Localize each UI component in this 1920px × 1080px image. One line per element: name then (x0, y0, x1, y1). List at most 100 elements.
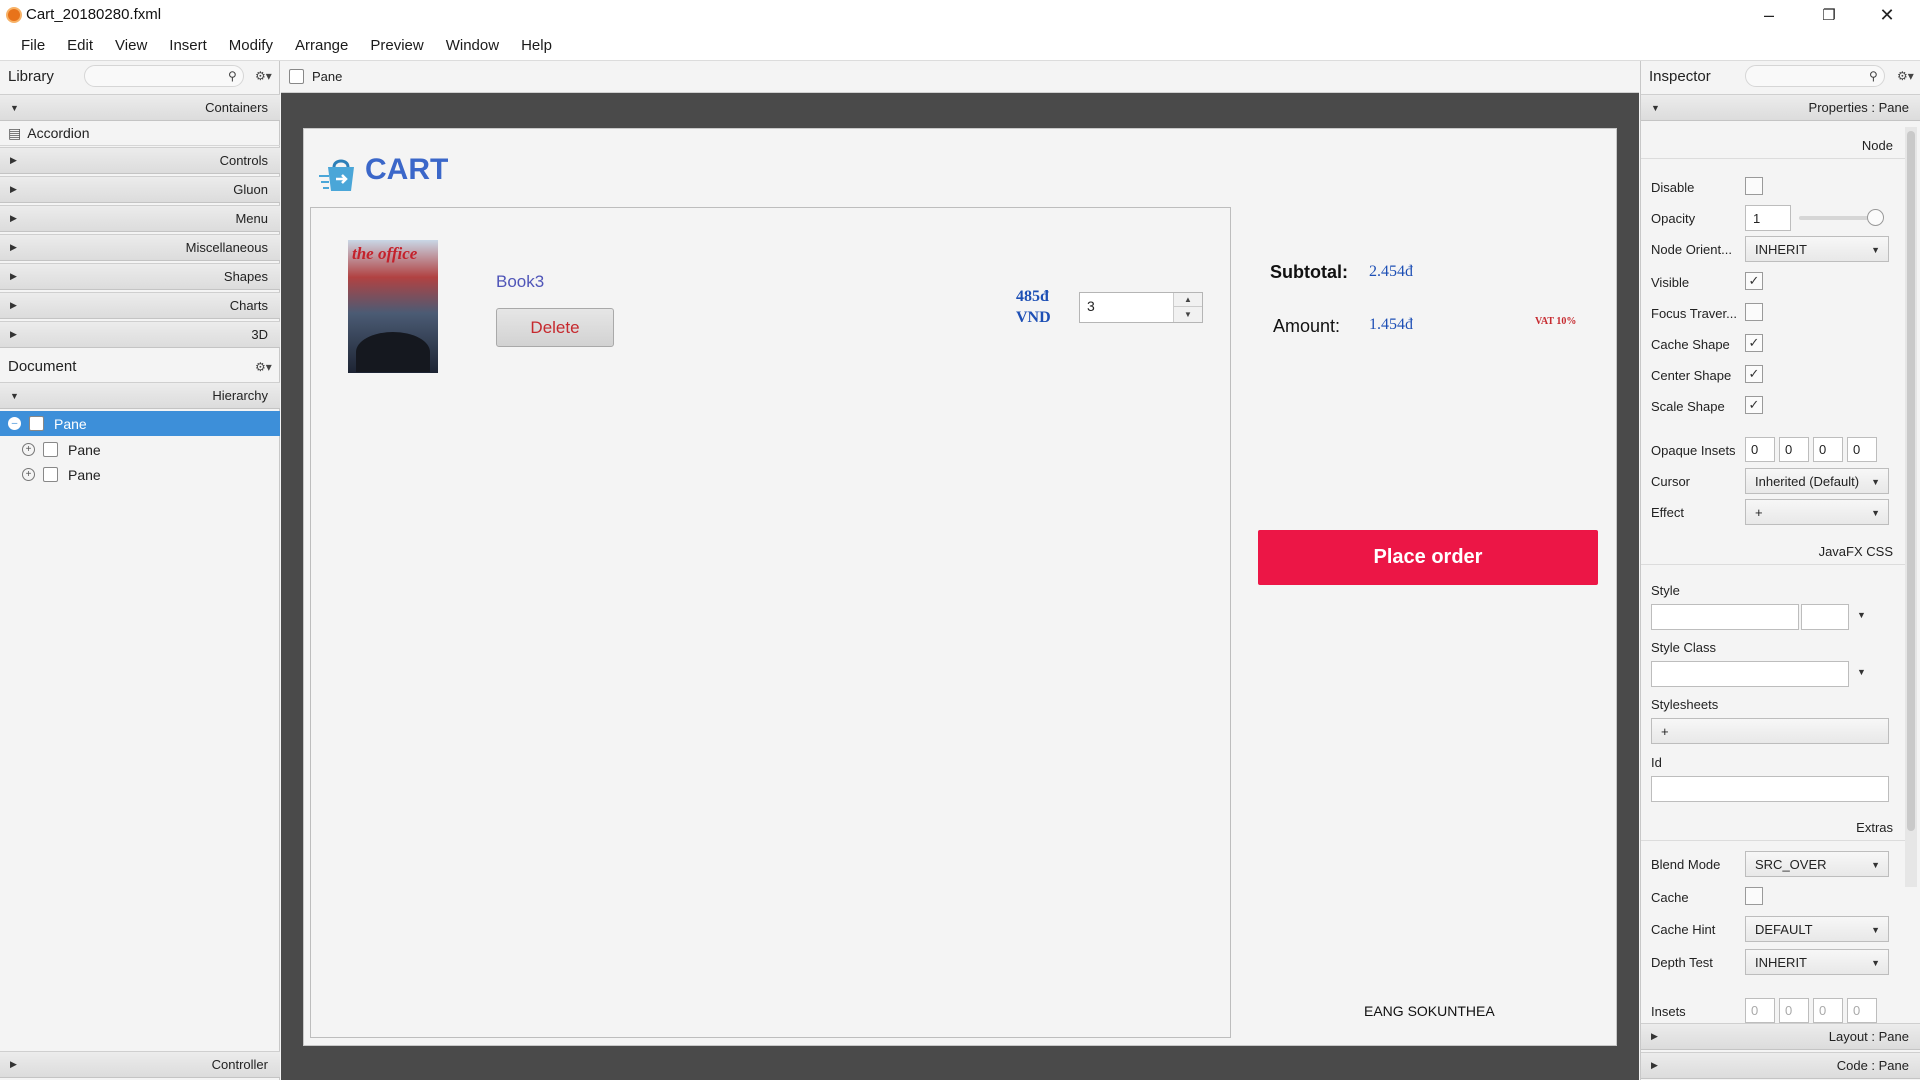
inset-bottom: 0 (1813, 998, 1843, 1023)
menu-help[interactable]: Help (510, 37, 563, 54)
extras-section: Extras (1641, 815, 1905, 841)
menu-edit[interactable]: Edit (56, 37, 104, 54)
inspector-title: Inspector (1649, 68, 1711, 85)
disable-checkbox[interactable] (1745, 177, 1763, 195)
style-class-field[interactable] (1651, 661, 1849, 687)
scrollbar-thumb[interactable] (1907, 131, 1915, 831)
opacity-field[interactable]: 1 (1745, 205, 1791, 231)
section-code[interactable]: ▶ Code : Pane (1641, 1052, 1920, 1079)
cart-items-pane[interactable] (310, 207, 1231, 1038)
visible-checkbox[interactable]: ✓ (1745, 272, 1763, 290)
style-field[interactable] (1651, 604, 1799, 630)
breadcrumb: Pane (281, 61, 1639, 93)
library-gear-icon[interactable]: ⚙▾ (255, 69, 272, 83)
section-menu[interactable]: ▶ Menu (0, 205, 280, 232)
spinner-down-icon[interactable]: ▼ (1174, 307, 1202, 321)
cache-checkbox[interactable] (1745, 887, 1763, 905)
id-field[interactable] (1651, 776, 1889, 802)
pane-icon (289, 69, 304, 84)
collapse-node-icon[interactable]: – (8, 417, 21, 430)
document-gear-icon[interactable]: ⚙▾ (255, 360, 272, 374)
quantity-value[interactable]: 3 (1087, 298, 1095, 314)
depth-test-combo[interactable]: INHERIT ▼ (1745, 949, 1889, 975)
opaque-inset-right[interactable]: 0 (1779, 437, 1809, 462)
node-orientation-combo[interactable]: INHERIT ▼ (1745, 236, 1889, 262)
app-icon (6, 7, 22, 23)
close-icon[interactable]: ✕ (1864, 0, 1910, 30)
inspector-gear-icon[interactable]: ⚙▾ (1897, 69, 1914, 83)
tree-item-pane[interactable]: + Pane (0, 437, 280, 462)
effect-combo[interactable]: + ▼ (1745, 499, 1889, 525)
minimize-icon[interactable]: – (1746, 0, 1792, 30)
disable-label: Disable (1651, 180, 1695, 195)
menu-arrange[interactable]: Arrange (284, 37, 359, 54)
expand-node-icon[interactable]: + (22, 468, 35, 481)
stylesheets-add-button[interactable]: + (1651, 718, 1889, 744)
amount-label: Amount: (1273, 316, 1341, 336)
focus-traversable-checkbox[interactable] (1745, 303, 1763, 321)
section-miscellaneous[interactable]: ▶ Miscellaneous (0, 234, 280, 261)
node-section: Node (1641, 133, 1905, 159)
cache-hint-combo[interactable]: DEFAULT ▼ (1745, 916, 1889, 942)
inspector-panel: Inspector ⚲ ⚙▾ ▼ Properties : Pane Node … (1640, 61, 1920, 1080)
cache-shape-checkbox[interactable]: ✓ (1745, 334, 1763, 352)
opacity-label: Opacity (1651, 211, 1696, 226)
place-order-button[interactable]: Place order (1258, 530, 1598, 585)
tree-item-root-pane[interactable]: – Pane (0, 411, 280, 436)
pane-icon (43, 442, 58, 457)
expand-icon: ▶ (10, 271, 17, 281)
center-shape-checkbox[interactable]: ✓ (1745, 365, 1763, 383)
expand-icon: ▶ (10, 1059, 17, 1069)
inspector-search-input[interactable] (1745, 65, 1885, 87)
section-properties[interactable]: ▼ Properties : Pane (1641, 94, 1920, 121)
opaque-inset-left[interactable]: 0 (1847, 437, 1877, 462)
section-controller[interactable]: ▶ Controller (0, 1051, 280, 1078)
inspector-scrollbar[interactable] (1905, 127, 1917, 887)
style-class-dropdown-icon[interactable]: ▼ (1857, 667, 1866, 677)
section-gluon[interactable]: ▶ Gluon (0, 176, 280, 203)
menu-preview[interactable]: Preview (359, 37, 434, 54)
collapse-icon: ▼ (10, 102, 19, 113)
section-shapes[interactable]: ▶ Shapes (0, 263, 280, 290)
section-containers[interactable]: ▼ Containers (0, 94, 280, 121)
section-3d[interactable]: ▶ 3D (0, 321, 280, 348)
menu-window[interactable]: Window (435, 37, 510, 54)
section-layout[interactable]: ▶ Layout : Pane (1641, 1023, 1920, 1050)
breadcrumb-pane[interactable]: Pane (312, 69, 342, 84)
library-item-accordion[interactable]: ▤ Accordion (0, 121, 280, 146)
style-value-field[interactable] (1801, 604, 1849, 630)
spinner-up-icon[interactable]: ▲ (1174, 293, 1202, 307)
section-controls[interactable]: ▶ Controls (0, 147, 280, 174)
maximize-icon[interactable]: ❐ (1806, 0, 1852, 30)
tree-item-pane[interactable]: + Pane (0, 462, 280, 487)
visible-label: Visible (1651, 275, 1690, 290)
library-search-icon: ⚲ (228, 69, 237, 83)
expand-node-icon[interactable]: + (22, 443, 35, 456)
id-label: Id (1651, 755, 1662, 770)
pane-icon (43, 467, 58, 482)
opaque-inset-bottom[interactable]: 0 (1813, 437, 1843, 462)
cache-label: Cache (1651, 890, 1689, 905)
delete-button[interactable]: Delete (496, 308, 614, 347)
scale-shape-checkbox[interactable]: ✓ (1745, 396, 1763, 414)
section-charts[interactable]: ▶ Charts (0, 292, 280, 319)
cursor-combo[interactable]: Inherited (Default) ▼ (1745, 468, 1889, 494)
price-currency: VND (1016, 309, 1051, 326)
menu-insert[interactable]: Insert (158, 37, 218, 54)
menu-bar: File Edit View Insert Modify Arrange Pre… (0, 30, 1920, 61)
inset-top: 0 (1745, 998, 1775, 1023)
menu-modify[interactable]: Modify (218, 37, 284, 54)
collapse-icon: ▼ (1651, 102, 1660, 113)
opaque-inset-top[interactable]: 0 (1745, 437, 1775, 462)
window-title: Cart_20180280.fxml (26, 6, 162, 23)
library-search-input[interactable] (84, 65, 244, 87)
blend-mode-combo[interactable]: SRC_OVER ▼ (1745, 851, 1889, 877)
style-dropdown-icon[interactable]: ▼ (1857, 610, 1866, 620)
spinner-arrows: ▲ ▼ (1173, 293, 1202, 322)
menu-view[interactable]: View (104, 37, 158, 54)
menu-file[interactable]: File (10, 37, 56, 54)
expand-icon: ▶ (10, 300, 17, 310)
document-header: Document (0, 351, 280, 382)
section-hierarchy[interactable]: ▼ Hierarchy (0, 382, 280, 409)
opacity-slider-thumb[interactable] (1867, 209, 1884, 226)
